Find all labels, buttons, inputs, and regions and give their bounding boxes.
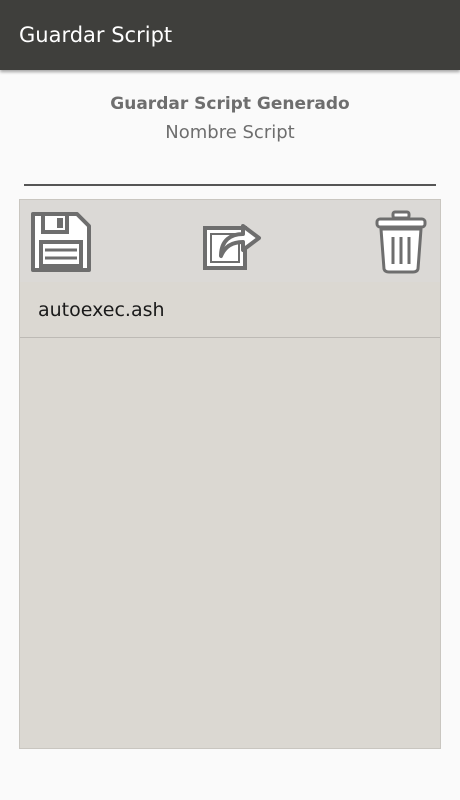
- file-list-item[interactable]: autoexec.ash: [20, 282, 440, 338]
- app-title: Guardar Script: [19, 23, 173, 47]
- trash-can-icon: [375, 210, 427, 274]
- app-bar: Guardar Script: [0, 0, 460, 70]
- file-panel: autoexec.ash: [19, 199, 441, 749]
- section-subheading: Nombre Script: [165, 122, 295, 143]
- script-name-input[interactable]: [24, 150, 436, 186]
- export-button[interactable]: [196, 206, 266, 278]
- delete-button[interactable]: [366, 206, 436, 278]
- toolbar: [20, 200, 440, 282]
- file-list: autoexec.ash: [20, 282, 440, 338]
- share-export-icon: [203, 224, 261, 270]
- file-name: autoexec.ash: [38, 298, 165, 321]
- floppy-disk-icon: [31, 212, 91, 272]
- save-button[interactable]: [26, 206, 96, 278]
- section-heading: Guardar Script Generado: [110, 94, 350, 114]
